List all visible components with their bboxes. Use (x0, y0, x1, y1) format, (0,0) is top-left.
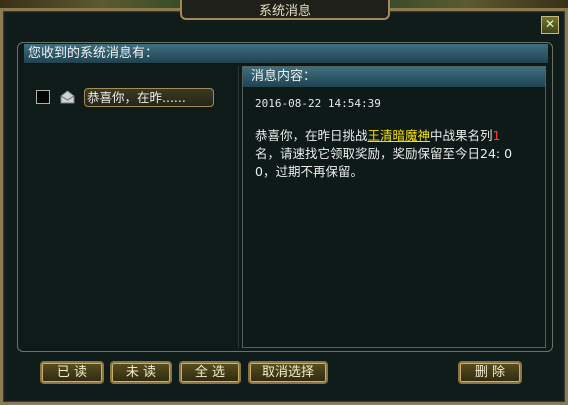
message-body-part2: 中战果名列 (430, 128, 493, 143)
rank-value: 1 (492, 128, 501, 143)
list-header: 您收到的系统消息有： (24, 44, 548, 64)
list-header-text: 您收到的系统消息有： (28, 46, 159, 61)
message-list-item[interactable]: 恭喜你，在昨...... (84, 88, 214, 107)
message-detail-panel: 消息内容： 2016-08-22 14:54:39 恭喜你，在昨日挑战王清暗魔神… (242, 66, 546, 348)
window-title-text: 系统消息 (258, 3, 311, 19)
detail-header-text: 消息内容： (251, 69, 317, 84)
mark-read-label: 已 读 (56, 365, 88, 380)
message-body-part1: 恭喜你，在昨日挑战 (255, 128, 368, 143)
message-list-panel (24, 66, 239, 348)
message-timestamp: 2016-08-22 14:54:39 (255, 97, 381, 110)
close-button[interactable]: ✕ (541, 16, 559, 34)
mark-unread-label: 未 读 (125, 365, 157, 380)
message-checkbox[interactable] (36, 90, 50, 104)
deselect-button[interactable]: 取消选择 (248, 361, 328, 384)
deselect-label: 取消选择 (261, 365, 314, 380)
delete-label: 删 除 (474, 365, 506, 380)
select-all-button[interactable]: 全 选 (179, 361, 241, 384)
message-body-part3: 名，请速找它领取奖励，奖励保留至今日24: 00，过期不再保留。 (255, 146, 513, 179)
boss-name-link[interactable]: 王清暗魔神 (368, 128, 431, 143)
delete-button[interactable]: 删 除 (458, 361, 522, 384)
mark-unread-button[interactable]: 未 读 (110, 361, 172, 384)
detail-header: 消息内容： (243, 67, 545, 87)
mail-open-icon (60, 90, 75, 104)
window-title: 系统消息 (180, 0, 390, 20)
mark-read-button[interactable]: 已 读 (40, 361, 104, 384)
message-preview: 恭喜你，在昨...... (87, 90, 186, 105)
select-all-label: 全 选 (194, 365, 226, 380)
message-body: 恭喜你，在昨日挑战王清暗魔神中战果名列1 名，请速找它领取奖励，奖励保留至今日24… (255, 127, 515, 181)
close-icon: ✕ (544, 17, 556, 31)
